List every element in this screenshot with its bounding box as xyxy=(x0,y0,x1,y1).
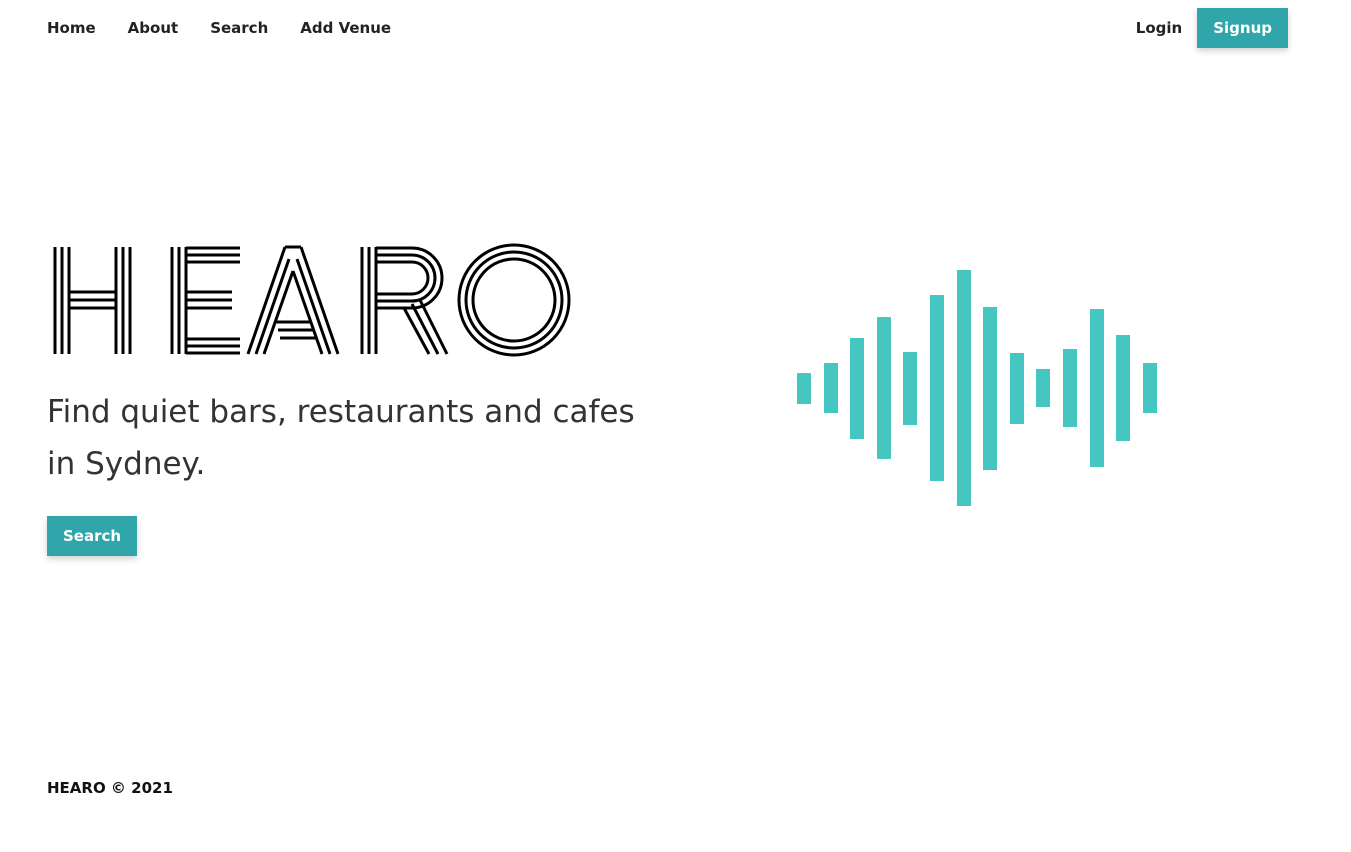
logo-letter-h xyxy=(53,247,132,354)
wave-bar xyxy=(903,352,917,425)
hero-search-button[interactable]: Search xyxy=(47,516,138,556)
logo-letter-r xyxy=(360,246,449,355)
wave-bar xyxy=(1116,335,1130,441)
wave-bar xyxy=(877,317,891,459)
wave-bar xyxy=(957,270,971,506)
wave-bar xyxy=(797,373,811,404)
logo-letter-o xyxy=(457,243,571,357)
wave-bar xyxy=(824,363,838,413)
wave-bar xyxy=(850,338,864,439)
logo-letter-a xyxy=(246,245,340,355)
top-nav: Home About Search Add Venue Login Signup xyxy=(0,0,1351,56)
wave-bar xyxy=(1143,363,1157,413)
wave-bar xyxy=(1010,353,1024,424)
nav-link-about[interactable]: About xyxy=(128,18,179,38)
nav-link-home[interactable]: Home xyxy=(47,18,96,38)
signup-button[interactable]: Signup xyxy=(1197,8,1288,48)
nav-link-add-venue[interactable]: Add Venue xyxy=(300,18,391,38)
wave-bar xyxy=(1090,309,1104,467)
login-link[interactable]: Login xyxy=(1136,18,1182,38)
wave-bar xyxy=(983,307,997,470)
hearo-logo xyxy=(52,242,572,358)
footer-copyright: HEARO © 2021 xyxy=(47,779,173,797)
sound-wave-graphic xyxy=(797,270,1159,506)
wave-bar xyxy=(1036,369,1050,407)
wave-bar xyxy=(1063,349,1077,427)
logo-letter-e xyxy=(170,246,240,355)
nav-link-search[interactable]: Search xyxy=(210,18,268,38)
hero-tagline: Find quiet bars, restaurants and cafes i… xyxy=(47,394,635,482)
wave-bar xyxy=(930,295,944,481)
nav-auth: Login Signup xyxy=(1136,8,1288,48)
nav-links: Home About Search Add Venue xyxy=(47,18,423,38)
page: Home About Search Add Venue Login Signup xyxy=(0,0,1351,852)
